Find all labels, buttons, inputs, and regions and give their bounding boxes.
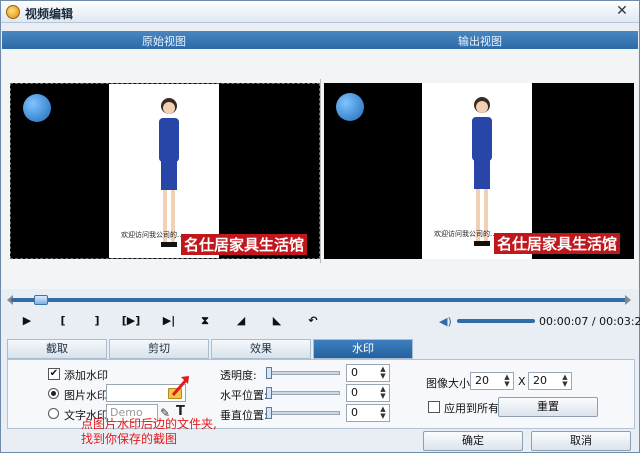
h-position-label: 水平位置: <box>220 389 268 402</box>
logo-watermark-icon <box>23 94 51 122</box>
time-separator: / <box>591 315 596 328</box>
annotation-arrow-icon <box>171 376 189 396</box>
pane-divider <box>320 79 321 263</box>
welcome-text: 欢迎访问我公司的... <box>121 231 184 239</box>
title-bar: 视频编辑 ✕ <box>1 1 639 23</box>
spin-arrows-icon[interactable]: ▲ ▼ <box>378 406 388 420</box>
v-position-slider-thumb[interactable] <box>266 407 272 419</box>
tab-watermark[interactable]: 水印 <box>313 339 413 359</box>
text-watermark-radio[interactable] <box>48 408 59 419</box>
window-title: 视频编辑 <box>25 7 74 21</box>
time-display: 00:00:07 / 00:03:25 <box>539 315 640 328</box>
close-button[interactable]: ✕ <box>613 3 631 19</box>
total-time: 00:03:25 <box>599 315 640 328</box>
ok-button[interactable]: 确定 <box>423 431 523 451</box>
opacity-label: 透明度: <box>220 369 257 382</box>
flip-icon[interactable]: ◢ <box>231 313 251 329</box>
original-video-pane: 欢迎访问我公司的... 名仕居家具生活馆 <box>10 83 320 259</box>
image-watermark-label: 图片水印: <box>64 389 112 402</box>
size-separator: X <box>518 375 526 388</box>
cancel-button[interactable]: 取消 <box>531 431 631 451</box>
v-position-label: 垂直位置: <box>220 409 268 422</box>
tab-cut[interactable]: 剪切 <box>109 339 209 359</box>
video-edit-window: 视频编辑 ✕ 原始视图 输出视图 欢迎访问我公司的... 名仕居家具生活馆 欢迎… <box>0 0 640 453</box>
mark-out-icon[interactable]: ] <box>87 313 107 329</box>
image-watermark-radio[interactable] <box>48 388 59 399</box>
undo-icon[interactable]: ↶ <box>303 313 323 329</box>
tutorial-annotation: 点图片水印后边的文件夹, 找到你保存的截图 <box>81 417 217 447</box>
image-height-spinbox[interactable]: 20 ▲ ▼ <box>528 372 572 390</box>
play-selection-icon[interactable]: [▶] <box>121 313 141 329</box>
timeline-end-marker <box>625 295 631 305</box>
opacity-slider-thumb[interactable] <box>266 367 272 379</box>
volume-icon[interactable]: ◀) <box>439 315 453 328</box>
h-position-slider-thumb[interactable] <box>266 387 272 399</box>
spin-arrows-icon[interactable]: ▲ ▼ <box>560 374 570 388</box>
add-watermark-checkbox[interactable]: ✔ <box>48 368 60 380</box>
opacity-spinbox[interactable]: 0 ▲ ▼ <box>346 364 390 382</box>
spin-arrows-icon[interactable]: ▲ ▼ <box>502 374 512 388</box>
h-position-slider[interactable] <box>266 391 340 395</box>
view-header: 原始视图 输出视图 <box>2 31 638 49</box>
watermark-text-overlay: 名仕居家具生活馆 <box>494 233 621 254</box>
tab-trim[interactable]: 截取 <box>7 339 107 359</box>
mark-in-icon[interactable]: [ <box>53 313 73 329</box>
split-icon[interactable]: ⧗ <box>195 313 215 329</box>
tab-effect[interactable]: 效果 <box>211 339 311 359</box>
playback-controls: ▶ [ ] [▶] ▶| ⧗ ◢ ◣ ↶ ◀) 00:00:07 / 00:03… <box>7 313 640 331</box>
video-preview-area: 欢迎访问我公司的... 名仕居家具生活馆 欢迎访问我公司的... 名仕居家具生活… <box>2 49 638 289</box>
timeline-slider[interactable] <box>7 295 631 305</box>
spin-arrows-icon[interactable]: ▲ ▼ <box>378 366 388 380</box>
output-view-label: 输出视图 <box>458 35 502 48</box>
output-video-pane: 欢迎访问我公司的... 名仕居家具生活馆 <box>324 83 634 259</box>
v-position-spinbox[interactable]: 0 ▲ ▼ <box>346 404 390 422</box>
h-position-value: 0 <box>351 386 358 399</box>
h-position-spinbox[interactable]: 0 ▲ ▼ <box>346 384 390 402</box>
timeline-track[interactable] <box>11 298 627 302</box>
play-icon[interactable]: ▶ <box>17 313 37 329</box>
v-position-value: 0 <box>351 406 358 419</box>
logo-watermark-icon <box>336 93 364 121</box>
v-position-slider[interactable] <box>266 411 340 415</box>
spin-arrows-icon[interactable]: ▲ ▼ <box>378 386 388 400</box>
timeline-thumb[interactable] <box>34 295 48 305</box>
annotation-line-2: 找到你保存的截图 <box>81 432 178 446</box>
apply-all-checkbox[interactable] <box>428 401 440 413</box>
opacity-value: 0 <box>351 366 358 379</box>
watermark-text-overlay: 名仕居家具生活馆 <box>181 234 308 255</box>
image-size-label: 图像大小: <box>426 377 474 390</box>
add-watermark-label: 添加水印 <box>64 369 108 382</box>
image-width-spinbox[interactable]: 20 ▲ ▼ <box>470 372 514 390</box>
welcome-text: 欢迎访问我公司的... <box>434 230 497 238</box>
current-time: 00:00:07 <box>539 315 589 328</box>
volume-slider[interactable] <box>457 319 535 323</box>
opacity-slider[interactable] <box>266 371 340 375</box>
mirror-icon[interactable]: ◣ <box>267 313 287 329</box>
goto-start-icon[interactable]: ▶| <box>159 313 179 329</box>
annotation-line-1: 点图片水印后边的文件夹, <box>81 417 217 431</box>
original-view-label: 原始视图 <box>142 35 186 48</box>
apply-all-label: 应用到所有 <box>444 402 499 415</box>
image-width-value: 20 <box>475 374 489 387</box>
edit-tabs: 截取 剪切 效果 水印 <box>7 339 635 359</box>
app-icon <box>6 5 20 19</box>
image-height-value: 20 <box>533 374 547 387</box>
reset-button[interactable]: 重置 <box>498 397 598 417</box>
